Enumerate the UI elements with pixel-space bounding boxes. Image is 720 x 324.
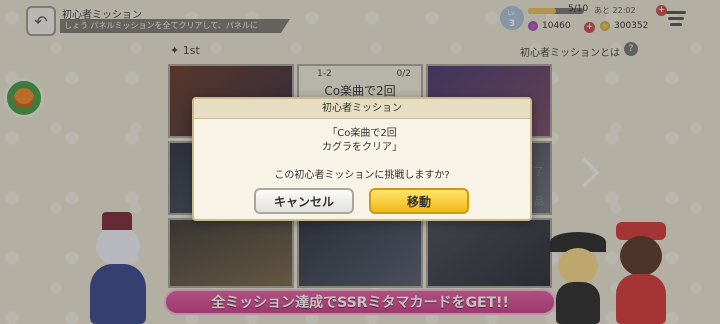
move-button[interactable]: 移動 (369, 188, 469, 214)
mission-name-line1: 「Co楽曲で2回 (327, 128, 397, 139)
mission-name-line2: カグラをクリア」 (322, 142, 402, 153)
dialog-question: この初心者ミッションに挑戦しますか? (274, 170, 450, 181)
cancel-button[interactable]: キャンセル (254, 188, 354, 214)
dialog-title: 初心者ミッション (194, 99, 530, 119)
mission-confirm-dialog: 初心者ミッション 「Co楽曲で2回 カグラをクリア」 この初心者ミッションに挑戦… (192, 97, 532, 221)
